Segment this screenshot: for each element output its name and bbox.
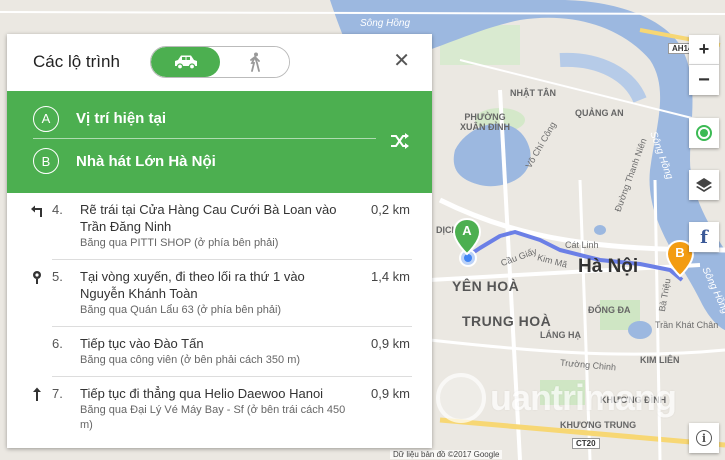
step-instruction: Rẽ trái tại Cửa Hàng Cau Cưới Bà Loan và… xyxy=(80,202,337,234)
swap-icon xyxy=(391,133,409,149)
step-landmark: Băng qua Đại Lý Vé Máy Bay - Sf (ở bên t… xyxy=(80,404,346,431)
map-label-district: YÊN HOÀ xyxy=(452,278,520,294)
layers-icon xyxy=(696,178,712,192)
info-button[interactable]: i xyxy=(689,423,719,453)
step-landmark: Băng qua công viên (ở bên phải cách 350 … xyxy=(80,354,301,366)
facebook-share-button[interactable]: f xyxy=(689,222,719,252)
pin-a-marker[interactable]: A xyxy=(452,217,482,256)
origin-text: Vị trí hiện tại xyxy=(76,110,167,127)
map-label-district: KIM LIÊN xyxy=(640,355,680,365)
pin-a-label: A xyxy=(462,223,472,238)
origin-field[interactable]: A Vị trí hiện tại xyxy=(33,99,376,139)
step-instruction: Tiếp tục vào Đào Tấn xyxy=(80,336,204,351)
step-instruction: Tại vòng xuyến, đi theo lối ra thứ 1 vào… xyxy=(80,269,305,301)
step-landmark: Băng qua PITTI SHOP (ở phía bên phải) xyxy=(80,237,279,249)
road-badge: CT20 xyxy=(572,438,600,449)
map-label-city: Hà Nội xyxy=(578,256,639,277)
step-number: 5. xyxy=(52,269,63,284)
destination-field[interactable]: B Nhà hát Lớn Hà Nội xyxy=(33,141,376,181)
map-label-district: TRUNG HOÀ xyxy=(462,313,552,329)
direction-step[interactable]: 6. Tiếp tục vào Đào Tấn Băng qua công vi… xyxy=(52,327,412,377)
straight-icon xyxy=(30,387,44,401)
directions-steps-list: 4. Rẽ trái tại Cửa Hàng Cau Cưới Bà Loan… xyxy=(7,193,432,448)
step-number: 7. xyxy=(52,386,63,401)
direction-step[interactable]: 4. Rẽ trái tại Cửa Hàng Cau Cưới Bà Loan… xyxy=(31,193,412,260)
zoom-in-button[interactable]: + xyxy=(689,35,719,65)
step-distance: 0,9 km xyxy=(370,386,410,401)
walking-mode-button[interactable] xyxy=(220,47,289,77)
layers-button[interactable] xyxy=(689,170,719,200)
panel-title: Các lộ trình xyxy=(33,52,120,71)
map-label-road: Cát Linh xyxy=(565,240,599,250)
waypoint-b-badge: B xyxy=(33,148,59,174)
info-icon: i xyxy=(696,430,712,446)
step-landmark: Băng qua Quán Lẩu 63 (ở phía bên phải) xyxy=(80,304,282,316)
map-label-district: NHẬT TÂN xyxy=(510,88,556,98)
map-label-district: QUẢNG AN xyxy=(575,108,624,118)
step-number: 6. xyxy=(52,336,63,351)
route-endpoints: A Vị trí hiện tại B Nhà hát Lớn Hà Nội xyxy=(7,91,432,193)
direction-step[interactable]: 7. Tiếp tục đi thẳng qua Helio Daewoo Ha… xyxy=(33,377,412,441)
watermark-logo-icon xyxy=(436,373,486,423)
walk-icon xyxy=(249,52,260,72)
step-distance: 1,4 km xyxy=(370,269,410,284)
driving-mode-button[interactable] xyxy=(151,47,220,77)
map-label-district: PHƯỜNG XUÂN ĐỈNH xyxy=(460,112,511,132)
map-label-district: LÁNG HẠ xyxy=(540,330,581,340)
watermark: uantrimang xyxy=(436,373,677,423)
map-attribution: Dữ liệu bản đồ ©2017 Google xyxy=(390,450,503,459)
roundabout-icon xyxy=(30,270,44,284)
map-label-road: Trần Khát Chân xyxy=(655,320,719,330)
step-distance: 0,2 km xyxy=(370,202,410,217)
my-location-button[interactable] xyxy=(689,118,719,148)
travel-mode-toggle xyxy=(150,46,290,78)
direction-step[interactable]: 5. Tại vòng xuyến, đi theo lối ra thứ 1 … xyxy=(33,260,412,327)
locate-icon xyxy=(696,125,712,141)
step-distance: 0,9 km xyxy=(370,336,410,351)
turn-left-icon xyxy=(30,203,44,217)
close-button[interactable]: ✕ xyxy=(393,50,410,72)
facebook-icon: f xyxy=(700,226,708,248)
step-instruction: Tiếp tục đi thẳng qua Helio Daewoo Hanoi xyxy=(80,386,324,401)
zoom-out-button[interactable]: − xyxy=(689,65,719,95)
directions-panel: Các lộ trình ✕ A Vị trí hiện tại B Nhà h… xyxy=(7,34,432,448)
swap-route-button[interactable] xyxy=(388,129,412,153)
destination-text: Nhà hát Lớn Hà Nội xyxy=(76,152,216,170)
waypoint-a-badge: A xyxy=(33,105,59,132)
car-icon xyxy=(174,55,197,70)
step-number: 4. xyxy=(52,202,63,217)
panel-header: Các lộ trình ✕ xyxy=(7,34,432,91)
watermark-text: uantrimang xyxy=(490,377,677,418)
map-label-river: Sông Hồng xyxy=(360,18,411,29)
map-label-district: ĐỐNG ĐA xyxy=(588,305,631,315)
